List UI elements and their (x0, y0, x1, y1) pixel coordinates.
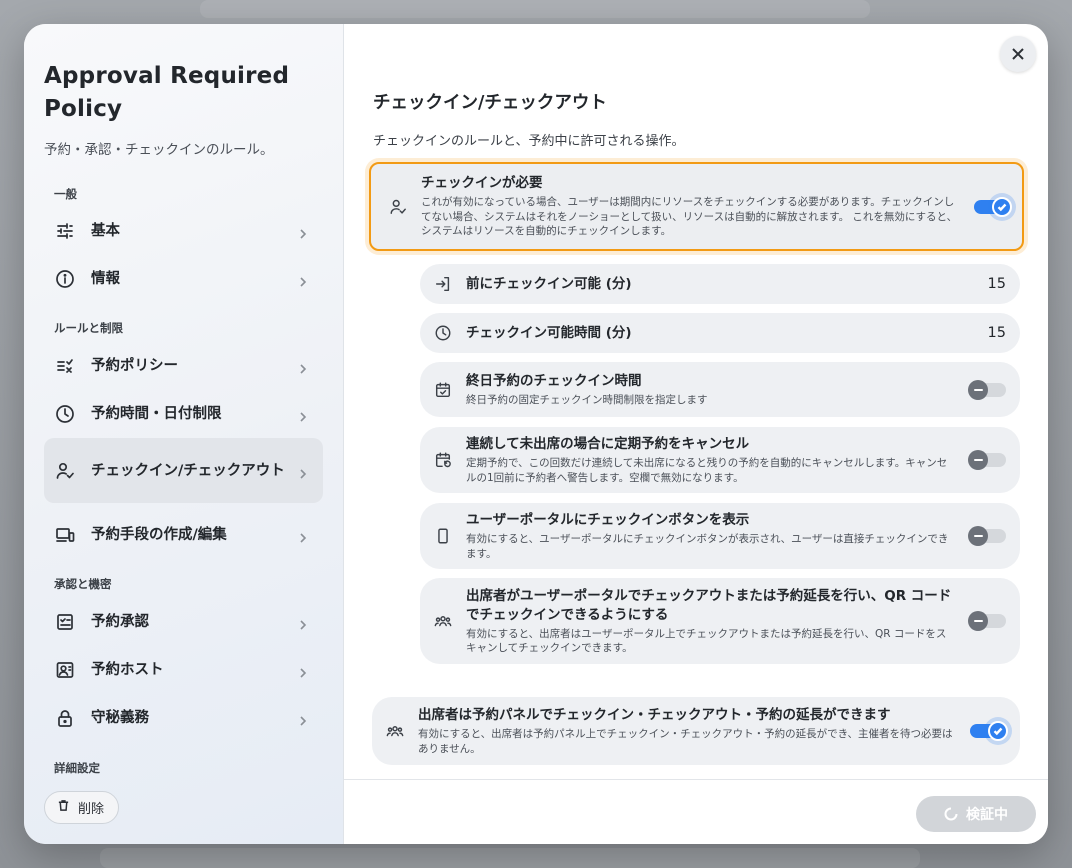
calendar-check-icon (432, 381, 454, 399)
cancel-recurring-toggle[interactable] (968, 450, 1006, 470)
portal-checkin-button-title: ユーザーポータルにチェックインボタンを表示 (466, 512, 750, 528)
checkin-before-row[interactable]: 前にチェックイン可能 (分) 15 (420, 264, 1020, 304)
checkin-required-toggle[interactable] (974, 196, 1012, 217)
policy-title: Approval Required Policy (44, 63, 290, 122)
attendee-portal-card: 出席者がユーザーポータルでチェックアウトまたは予約延長を行い、QR コードでチェ… (420, 578, 1020, 664)
sidebar-item-time-date-limit[interactable]: 予約時間・日付制限 (44, 390, 323, 438)
checkin-required-card: チェックインが必要 これが有効になっている場合、ユーザーは期間内にリソースをチェ… (369, 162, 1024, 251)
portal-checkin-button-toggle[interactable] (968, 526, 1006, 546)
section-rules: ルールと制限 (54, 321, 123, 335)
policy-subtitle: 予約・承認・チェックインのルール。 (44, 142, 274, 158)
sidebar-item-label: 情報 (91, 271, 120, 287)
chevron-right-icon (297, 712, 309, 726)
calendar-repeat-icon (432, 451, 454, 469)
chevron-right-icon (297, 616, 309, 630)
policy-modal: Approval Required Policy 予約・承認・チェックインのルー… (24, 24, 1048, 844)
checkin-before-value[interactable]: 15 (988, 276, 1006, 292)
sidebar-item-label: 予約手段の作成/編集 (91, 527, 227, 543)
group-icon (432, 612, 454, 630)
allday-checkin-description: 終日予約の固定チェックイン時間制限を指定します (466, 393, 708, 406)
sidebar-item-booking-host[interactable]: 予約ホスト (44, 646, 323, 694)
cancel-recurring-description: 定期予約で、この回数だけ連続して未出席になると残りの予約を自動的にキャンセルしま… (466, 457, 948, 484)
checkin-window-title: チェックイン可能時間 (分) (466, 324, 632, 341)
delete-button[interactable]: 削除 (44, 791, 120, 824)
chevron-right-icon (297, 465, 309, 479)
devices-icon (54, 524, 76, 546)
page-description: チェックインのルールと、予約中に許可される操作。 (373, 134, 685, 149)
chevron-right-icon (297, 360, 309, 374)
user-check-icon (387, 198, 409, 216)
attendee-panel-toggle[interactable] (970, 721, 1008, 741)
check-icon (997, 203, 1007, 211)
section-advanced: 詳細設定 (54, 761, 100, 775)
sidebar-item-booking-methods[interactable]: 予約手段の作成/編集 (44, 511, 323, 559)
sidebar-item-label: チェックイン/チェックアウト (91, 462, 285, 479)
page-title: チェックイン/チェックアウト (373, 93, 607, 113)
clock-icon (432, 324, 454, 342)
user-check-icon (54, 460, 76, 482)
chevron-right-icon (297, 408, 309, 422)
attendee-portal-description: 有効にすると、出席者はユーザーポータル上でチェックアウトまたは予約延長を行い、Q… (466, 627, 947, 655)
delete-label: 削除 (78, 802, 105, 817)
sidebar-item-booking-approval[interactable]: 予約承認 (44, 598, 323, 646)
lock-icon (54, 707, 76, 729)
allday-checkin-title: 終日予約のチェックイン時間 (466, 372, 642, 389)
host-icon (54, 659, 76, 681)
allday-checkin-toggle[interactable] (968, 379, 1006, 400)
allday-checkin-card: 終日予約のチェックイン時間 終日予約の固定チェックイン時間制限を指定します (420, 362, 1020, 417)
sidebar-item-checkin-checkout[interactable]: チェックイン/チェックアウト (44, 438, 323, 503)
verify-button[interactable]: 検証中 (916, 796, 1036, 832)
chevron-right-icon (297, 664, 309, 678)
attendee-panel-description: 有効にすると、出席者は予約パネル上でチェックイン・チェックアウト・予約の延長がで… (418, 728, 953, 755)
sidebar-item-confidentiality[interactable]: 守秘義務 (44, 694, 323, 742)
sidebar-item-label: 予約時間・日付制限 (91, 406, 222, 422)
sidebar: Approval Required Policy 予約・承認・チェックインのルー… (24, 24, 344, 844)
section-general: 一般 (54, 187, 77, 201)
sidebar-item-basic[interactable]: 基本 (44, 207, 323, 255)
checkin-required-description: これが有効になっている場合、ユーザーは期間内にリソースをチェックインする必要があ… (421, 196, 958, 238)
clock-icon (54, 403, 76, 425)
chevron-right-icon (297, 273, 309, 287)
sidebar-item-label: 予約ホスト (91, 662, 164, 678)
checklist-icon (54, 611, 76, 633)
verify-label: 検証中 (966, 807, 1008, 823)
checkin-required-title: チェックインが必要 (421, 175, 543, 192)
modal-footer: 検証中 (344, 779, 1048, 844)
checkin-window-value[interactable]: 15 (988, 325, 1006, 341)
cancel-recurring-card: 連続して未出席の場合に定期予約をキャンセル 定期予約で、この回数だけ連続して未出… (420, 427, 1020, 493)
attendee-portal-title: 出席者がユーザーポータルでチェックアウトまたは予約延長を行い、QR コードでチェ… (466, 587, 952, 623)
sidebar-item-label: 守秘義務 (91, 710, 149, 726)
attendee-panel-title: 出席者は予約パネルでチェックイン・チェックアウト・予約の延長ができます (418, 707, 891, 723)
sidebar-item-label: 予約ポリシー (91, 358, 178, 374)
background-footer (100, 848, 920, 868)
checkin-window-row[interactable]: チェックイン可能時間 (分) 15 (420, 313, 1020, 353)
phone-icon (432, 527, 454, 545)
sidebar-item-info[interactable]: 情報 (44, 255, 323, 303)
cancel-recurring-title: 連続して未出席の場合に定期予約をキャンセル (466, 436, 750, 452)
close-icon (1012, 48, 1024, 60)
attendee-portal-toggle[interactable] (968, 611, 1006, 631)
group-icon (384, 722, 406, 740)
sidebar-item-label: 予約承認 (91, 614, 149, 630)
attendee-panel-card: 出席者は予約パネルでチェックイン・チェックアウト・予約の延長ができます 有効にす… (372, 697, 1020, 765)
info-icon (54, 268, 76, 290)
close-button[interactable] (1000, 36, 1036, 72)
login-icon (432, 275, 454, 293)
trash-icon (57, 799, 70, 816)
sidebar-item-label: 基本 (91, 223, 120, 239)
section-approval: 承認と機密 (54, 577, 112, 591)
sidebar-item-booking-policy[interactable]: 予約ポリシー (44, 342, 323, 390)
sliders-icon (54, 220, 76, 242)
background-header (200, 0, 870, 18)
spinner-icon (944, 807, 958, 821)
check-icon (993, 727, 1003, 736)
portal-checkin-button-card: ユーザーポータルにチェックインボタンを表示 有効にすると、ユーザーポータルにチェ… (420, 503, 1020, 569)
checkin-before-title: 前にチェックイン可能 (分) (466, 275, 632, 292)
chevron-right-icon (297, 529, 309, 543)
main-panel: チェックイン/チェックアウト チェックインのルールと、予約中に許可される操作。 … (344, 24, 1048, 844)
portal-checkin-button-description: 有効にすると、ユーザーポータルにチェックインボタンが表示され、ユーザーは直接チェ… (466, 533, 949, 560)
list-check-icon (54, 355, 76, 377)
chevron-right-icon (297, 225, 309, 239)
